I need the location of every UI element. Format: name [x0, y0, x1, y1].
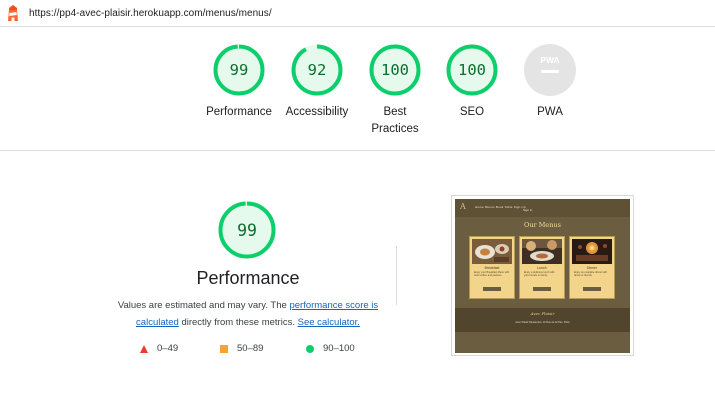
performance-title: Performance [196, 268, 300, 288]
circle-icon [306, 344, 314, 353]
performance-gauge[interactable]: 99 [213, 44, 265, 96]
performance-score: 99 [229, 61, 249, 79]
legend-fail-range: 0–49 [157, 343, 179, 354]
address-bar[interactable]: https://pp4-avec-plaisir.herokuapp.com/m… [0, 0, 715, 27]
performance-description: Values are estimated and may vary. The p… [113, 298, 383, 331]
thumb-nav-links: Home Menus Book Table Sign Up [475, 205, 526, 209]
best-practices-score: 100 [381, 61, 409, 79]
thumb-footer: Avec Plaisir Avec Plaisir Restaurant, 10… [455, 308, 630, 332]
performance-detail-gauge: 99 [218, 201, 276, 259]
accessibility-label[interactable]: Accessibility [272, 104, 362, 121]
seo-label[interactable]: SEO [427, 104, 517, 121]
performance-detail-score: 99 [237, 220, 257, 240]
legend-pass: 90–100 [306, 343, 355, 354]
thumb-card-breakfast: Breakfast Enjoy your Breakfast Menu with… [469, 236, 515, 299]
dinner-image [572, 239, 612, 264]
performance-label[interactable]: Performance [194, 104, 284, 121]
thumb-card-title: Lunch [537, 266, 547, 270]
thumb-footer-title: Avec Plaisir [530, 311, 555, 316]
thumb-footer-text: Avec Plaisir Restaurant, 10 Rue de la Pa… [515, 321, 570, 324]
pwa-badge-text: PWA [540, 55, 559, 65]
thumb-card-button [533, 287, 551, 291]
triangle-icon [140, 344, 148, 353]
seo-gauge[interactable]: 100 [446, 44, 498, 96]
thumb-card-title: Breakfast [484, 266, 500, 270]
see-calculator-link[interactable]: See calculator. [298, 317, 360, 328]
best-practices-label[interactable]: Best Practices [370, 104, 420, 138]
final-screenshot[interactable]: A Home Menus Book Table Sign Up Sign In … [451, 195, 634, 356]
pwa-label[interactable]: PWA [505, 104, 595, 121]
thumb-card-button [583, 287, 601, 291]
breakfast-image [472, 239, 512, 264]
section-divider [0, 150, 715, 151]
thumb-card-title: Dinner [586, 266, 598, 270]
thumb-card-text: Enjoy an exquisite dinner with family or… [574, 271, 608, 277]
thumb-card-text: Enjoy a delicious lunch with your friend… [524, 271, 555, 277]
thumb-logo: A [460, 202, 466, 211]
thumb-nav-links-2: Sign In [523, 208, 533, 212]
pwa-icon: PWA [524, 44, 576, 96]
legend-average: 50–89 [220, 343, 263, 354]
seo-score: 100 [458, 61, 486, 79]
accessibility-gauge[interactable]: 92 [291, 44, 343, 96]
thumb-heading: Our Menus [524, 221, 561, 229]
thumb-navbar: A Home Menus Book Table Sign Up Sign In [455, 199, 630, 217]
description-text: Values are estimated and may vary. The [117, 300, 290, 311]
thumb-card-lunch: Lunch Enjoy a delicious lunch with your … [519, 236, 565, 299]
description-text-2: directly from these metrics. [178, 316, 298, 328]
legend-pass-range: 90–100 [323, 343, 355, 354]
lighthouse-icon [8, 5, 18, 21]
thumb-bottom [455, 332, 630, 353]
vertical-divider [396, 246, 397, 305]
lunch-image [522, 239, 562, 264]
url-text: https://pp4-avec-plaisir.herokuapp.com/m… [29, 8, 272, 19]
legend-average-range: 50–89 [237, 343, 264, 354]
thumb-card-button [483, 287, 501, 291]
accessibility-score: 92 [307, 61, 327, 79]
thumb-card-dinner: Dinner Enjoy an exquisite dinner with fa… [569, 236, 615, 299]
pwa-badge[interactable]: PWA [524, 44, 576, 96]
thumb-card-text: Enjoy your Breakfast Menu with fresh cof… [474, 271, 510, 277]
screenshot-image: A Home Menus Book Table Sign Up Sign In … [455, 199, 630, 353]
legend-fail: 0–49 [140, 343, 178, 354]
square-icon [220, 344, 228, 353]
best-practices-gauge[interactable]: 100 [369, 44, 421, 96]
